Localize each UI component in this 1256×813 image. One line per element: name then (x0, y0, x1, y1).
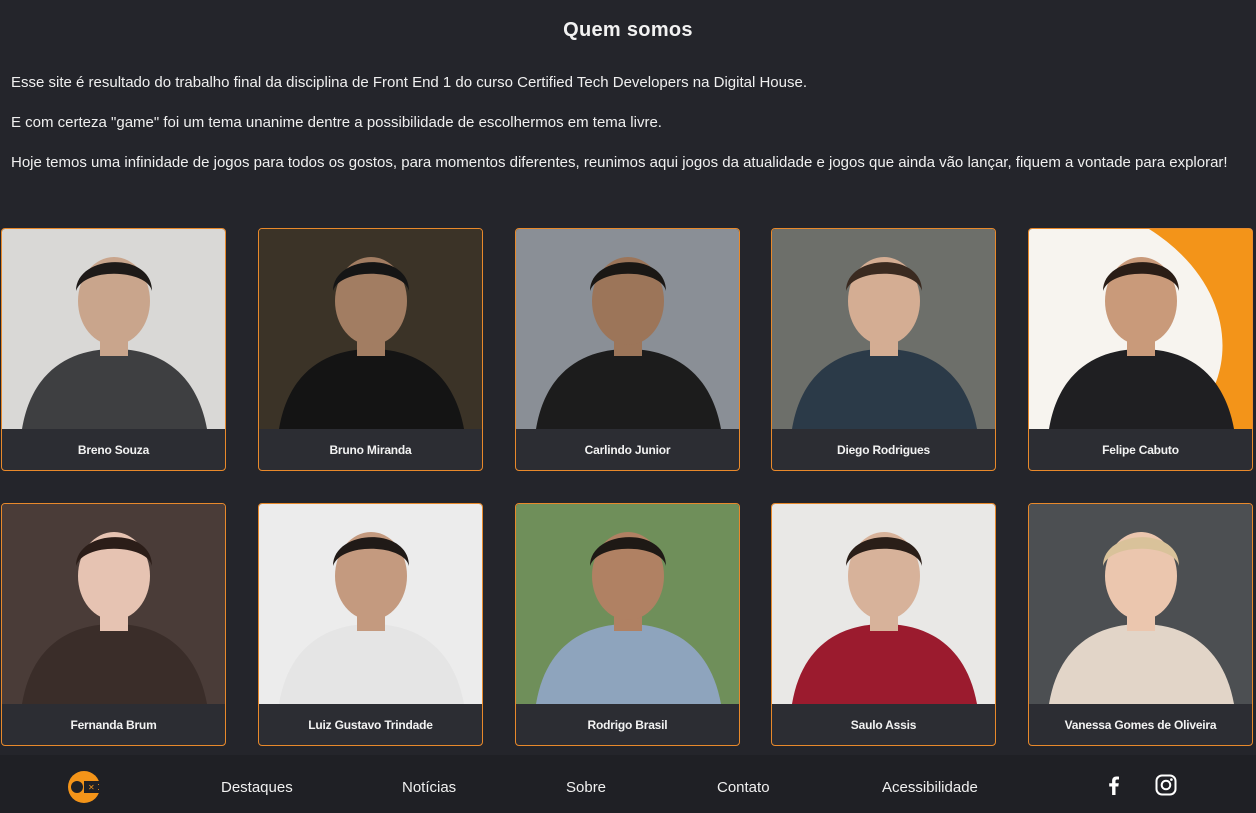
gamepad-logo-icon[interactable]: ✕ ⁚ (66, 768, 106, 804)
intro-paragraph-1: Esse site é resultado do trabalho final … (11, 74, 808, 91)
page-title: Quem somos (563, 19, 693, 41)
footer: ✕ ⁚ Destaques Notícias Sobre Contato Ace… (0, 755, 1256, 813)
member-photo (1029, 504, 1252, 704)
member-photo (1029, 229, 1252, 429)
svg-text:✕ ⁚: ✕ ⁚ (88, 783, 100, 792)
member-name: Fernanda Brum (70, 717, 157, 732)
intro-paragraph-2: E com certeza "game" foi um tema unanime… (11, 114, 662, 131)
nav-sobre[interactable]: Sobre (566, 779, 606, 796)
team-card[interactable]: Rodrigo Brasil (515, 503, 740, 746)
team-card[interactable]: Diego Rodrigues (771, 228, 996, 471)
nav-noticias[interactable]: Notícias (402, 779, 456, 796)
team-card[interactable]: Bruno Miranda (258, 228, 483, 471)
member-name: Saulo Assis (850, 717, 917, 732)
member-name: Diego Rodrigues (836, 442, 930, 457)
member-photo (259, 504, 482, 704)
facebook-icon[interactable] (1102, 773, 1126, 797)
nav-acessibilidade[interactable]: Acessibilidade (882, 779, 978, 796)
member-photo (516, 504, 739, 704)
member-photo (772, 504, 995, 704)
member-name: Carlindo Junior (584, 442, 671, 457)
member-photo (2, 504, 225, 704)
member-name: Breno Souza (77, 442, 150, 457)
member-name: Felipe Cabuto (1102, 442, 1179, 457)
intro-paragraph-3: Hoje temos uma infinidade de jogos para … (11, 154, 1228, 171)
team-card[interactable]: Breno Souza (1, 228, 226, 471)
member-name: Luiz Gustavo Trindade (308, 717, 433, 732)
nav-contato[interactable]: Contato (717, 779, 770, 796)
team-card[interactable]: Carlindo Junior (515, 228, 740, 471)
team-card[interactable]: Luiz Gustavo Trindade (258, 503, 483, 746)
member-photo (259, 229, 482, 429)
member-photo (2, 229, 225, 429)
instagram-icon[interactable] (1154, 773, 1178, 797)
member-photo (772, 229, 995, 429)
team-card[interactable]: Felipe Cabuto (1028, 228, 1253, 471)
member-photo (516, 229, 739, 429)
nav-destaques[interactable]: Destaques (221, 779, 293, 796)
team-card[interactable]: Saulo Assis (771, 503, 996, 746)
member-name: Vanessa Gomes de Oliveira (1064, 717, 1217, 732)
team-card[interactable]: Vanessa Gomes de Oliveira (1028, 503, 1253, 746)
member-name: Bruno Miranda (329, 442, 412, 457)
team-card[interactable]: Fernanda Brum (1, 503, 226, 746)
member-name: Rodrigo Brasil (587, 717, 668, 732)
